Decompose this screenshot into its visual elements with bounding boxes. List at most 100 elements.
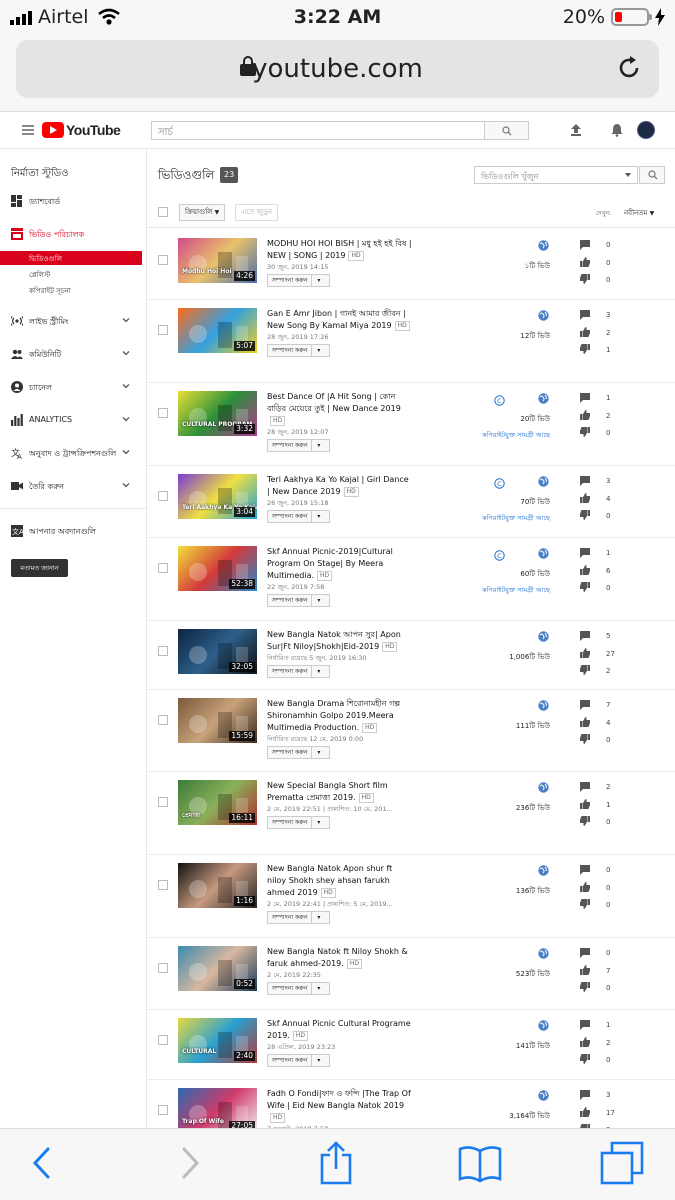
video-title-link[interactable]: New Bangla Natok ft Niloy Shokh & faruk …: [267, 947, 408, 968]
sort-value-label: নবীনতম: [624, 209, 648, 217]
comment-icon[interactable]: [580, 948, 590, 958]
edit-video-button[interactable]: সম্পাদনা করুন▾: [267, 439, 331, 452]
video-thumbnail[interactable]: CULTURAL 2:40: [178, 1018, 257, 1063]
sidebar-subitem-videos[interactable]: ভিডিওগুলি: [0, 251, 142, 265]
hd-badge: HD: [348, 251, 364, 261]
video-thumbnail[interactable]: 32:05: [178, 629, 257, 674]
sidebar-item-channel[interactable]: চ্যানেল: [0, 378, 147, 396]
thumbs-up-icon: [580, 565, 590, 575]
video-thumbnail[interactable]: 0:52: [178, 946, 257, 991]
feedback-button[interactable]: মতামত জানান: [11, 559, 68, 577]
edit-video-button[interactable]: সম্পাদনা করুন▾: [267, 1054, 331, 1067]
comment-icon[interactable]: [580, 782, 590, 792]
comment-icon[interactable]: [580, 700, 590, 710]
video-select-checkbox[interactable]: [158, 715, 168, 725]
comment-icon[interactable]: [580, 865, 590, 875]
avatar[interactable]: [637, 121, 655, 139]
forward-icon[interactable]: [180, 1145, 202, 1181]
search-input[interactable]: সার্চ: [151, 121, 485, 140]
video-thumbnail[interactable]: 1:16: [178, 863, 257, 908]
edit-video-button[interactable]: সম্পাদনা করুন▾: [267, 746, 331, 759]
edit-video-button[interactable]: সম্পাদনা করুন▾: [267, 911, 331, 924]
edit-video-button[interactable]: সম্পাদনা করুন▾: [267, 982, 331, 995]
video-title-link[interactable]: MODHU HOI HOI BISH | মধু হই হই বিষ | NEW…: [267, 239, 412, 260]
video-select-checkbox[interactable]: [158, 408, 168, 418]
comment-icon[interactable]: [580, 548, 590, 558]
select-all-checkbox[interactable]: [158, 207, 168, 217]
comment-icon[interactable]: [580, 476, 590, 486]
sidebar-item-dashboard[interactable]: ড্যাশবোর্ড: [0, 192, 147, 210]
reload-icon[interactable]: [615, 54, 643, 82]
sidebar-item-community[interactable]: কমিউনিটি: [0, 345, 147, 363]
edit-video-button[interactable]: সম্পাদনা করুন▾: [267, 510, 331, 523]
video-title-link[interactable]: Gan E Amr Jibon | গানই আমার জীবন | New S…: [267, 309, 406, 330]
video-thumbnail[interactable]: CULTURAL PROGRAM 3:32: [178, 391, 257, 436]
comment-icon[interactable]: [580, 393, 590, 403]
copyright-notice-link[interactable]: কপিরাইটযুক্ত সামগ্রী আছে: [482, 430, 550, 441]
actions-dropdown[interactable]: ক্রিয়াগুলি ▼: [179, 204, 226, 221]
video-select-checkbox[interactable]: [158, 325, 168, 335]
tabs-icon[interactable]: [600, 1141, 644, 1185]
sort-dropdown[interactable]: নবীনতম ▼: [624, 207, 654, 219]
sidebar-item-analytics[interactable]: ANALYTICS: [0, 411, 147, 429]
video-title-link[interactable]: Best Dance Of |A Hit Song | কোন বাড়ির ম…: [267, 392, 401, 413]
bookmarks-icon[interactable]: [458, 1145, 502, 1183]
edit-video-button[interactable]: সম্পাদনা করুন▾: [267, 274, 331, 287]
bell-icon[interactable]: [610, 123, 624, 137]
edit-video-button[interactable]: সম্পাদনা করুন▾: [267, 344, 331, 357]
video-select-checkbox[interactable]: [158, 880, 168, 890]
youtube-logo[interactable]: YouTube: [42, 122, 121, 138]
comment-icon[interactable]: [580, 1020, 590, 1030]
edit-video-button[interactable]: সম্পাদনা করুন▾: [267, 665, 331, 678]
sidebar-item-contributions[interactable]: 文A আপনার অবদানগুলি: [0, 522, 147, 540]
video-thumbnail[interactable]: Teri Aakhya Ka Yo Kajal 3:04: [178, 474, 257, 519]
address-field[interactable]: youtube.com: [16, 40, 659, 98]
video-thumbnail[interactable]: 5:07: [178, 308, 257, 353]
video-title-link[interactable]: New Bangla Natok আপন সুর| Apon Sur|Ft Ni…: [267, 630, 401, 651]
video-search-button[interactable]: [639, 166, 665, 184]
video-search-input[interactable]: ভিডিওগুলি খুঁজুন: [474, 166, 638, 184]
video-thumbnail[interactable]: 52:38: [178, 546, 257, 591]
video-thumbnail[interactable]: Modhu Hoi Hoi 4:26: [178, 238, 257, 283]
menu-icon[interactable]: [22, 125, 34, 137]
video-date: 28 জুন, 2019 12:07: [267, 428, 329, 436]
video-thumbnail[interactable]: Trap Of Wife 27:05: [178, 1088, 257, 1133]
video-select-checkbox[interactable]: [158, 646, 168, 656]
sidebar-item-live-streaming[interactable]: লাইভ স্ট্রীমিং: [0, 312, 147, 330]
comment-icon[interactable]: [580, 1090, 590, 1100]
sidebar-item-translations[interactable]: 文A অনুবাদ ও ট্রান্সক্রিপশনগুলি: [0, 444, 147, 462]
sidebar-item-video-manager[interactable]: ভিডিও পরিচালক: [0, 225, 147, 243]
comment-icon[interactable]: [580, 310, 590, 320]
video-select-checkbox[interactable]: [158, 1035, 168, 1045]
video-title-link[interactable]: Fadh O Fondi|ফাদ ও ফন্দি |The Trap Of Wi…: [267, 1089, 411, 1110]
copyright-notice-link[interactable]: কপিরাইটযুক্ত সামগ্রী আছে: [482, 585, 550, 596]
edit-video-button[interactable]: সম্পাদনা করুন▾: [267, 594, 331, 607]
video-select-checkbox[interactable]: [158, 563, 168, 573]
sidebar-subitem-playlists[interactable]: প্লেলিস্ট: [22, 267, 142, 281]
video-select-checkbox[interactable]: [158, 1105, 168, 1115]
back-icon[interactable]: [30, 1145, 52, 1181]
add-to-button[interactable]: এতে জুড়ুন: [235, 204, 279, 221]
copyright-notice-link[interactable]: কপিরাইটযুক্ত সামগ্রী আছে: [482, 513, 550, 524]
comment-icon[interactable]: [580, 631, 590, 641]
share-icon[interactable]: [318, 1141, 354, 1185]
video-duration: 3:32: [234, 424, 255, 434]
video-thumbnail[interactable]: প্রেমাত্তা 16:11: [178, 780, 257, 825]
sidebar-item-label: তৈরি করুন: [29, 482, 64, 491]
video-title-link[interactable]: Teri Aakhya Ka Yo Kajal | Girl Dance | N…: [267, 475, 409, 496]
video-row: 0:52 New Bangla Natok ft Niloy Shokh & f…: [148, 938, 675, 1010]
upload-icon[interactable]: [569, 123, 583, 137]
video-select-checkbox[interactable]: [158, 491, 168, 501]
video-title-link[interactable]: Skf Annual Picnic Cultural Programe 2019…: [267, 1019, 411, 1040]
video-thumbnail[interactable]: 15:59: [178, 698, 257, 743]
sidebar-item-create[interactable]: তৈরি করুন: [0, 477, 147, 495]
video-select-checkbox[interactable]: [158, 797, 168, 807]
edit-video-button[interactable]: সম্পাদনা করুন▾: [267, 816, 331, 829]
video-select-checkbox[interactable]: [158, 963, 168, 973]
sidebar-subitem-copyright[interactable]: কপিরাইট সূচনা: [22, 283, 142, 297]
video-title-link[interactable]: New Bangla Drama শিরোনামহীন গল্প Shirona…: [267, 699, 400, 732]
hd-badge: HD: [358, 793, 374, 803]
search-button[interactable]: [485, 121, 529, 140]
video-select-checkbox[interactable]: [158, 255, 168, 265]
comment-icon[interactable]: [580, 240, 590, 250]
